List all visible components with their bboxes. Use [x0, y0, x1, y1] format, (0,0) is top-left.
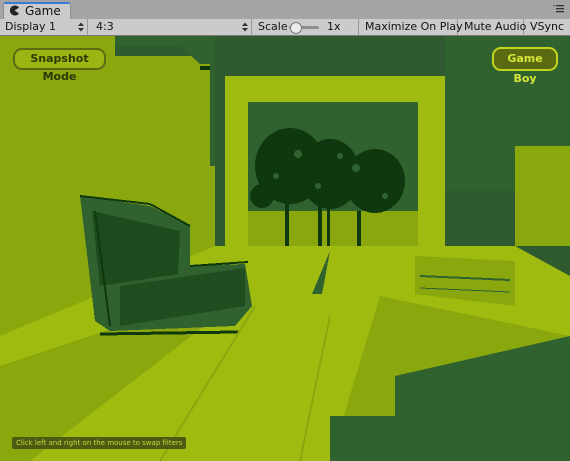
- maximize-on-play-toggle[interactable]: Maximize On Play: [360, 19, 463, 35]
- filter-hint-text: Click left and right on the mouse to swa…: [12, 437, 187, 449]
- scale-value: 1x: [327, 20, 341, 33]
- mute-audio-label: Mute Audio: [464, 20, 527, 33]
- mute-audio-toggle[interactable]: Mute Audio: [459, 19, 527, 35]
- pacman-icon: [9, 5, 19, 16]
- tab-game[interactable]: Game: [3, 2, 71, 20]
- aspect-dropdown-label: 4:3: [96, 20, 114, 33]
- game-viewport[interactable]: Snapshot Mode Game Boy Click left and ri…: [0, 36, 570, 461]
- game-boy-filter-button[interactable]: Game Boy: [492, 47, 558, 85]
- window-menu-icon[interactable]: [553, 4, 565, 14]
- snapshot-mode-button[interactable]: Snapshot Mode: [13, 48, 106, 83]
- vsync-label: VSync: [530, 20, 565, 33]
- vsync-toggle[interactable]: VSync: [525, 19, 570, 35]
- dropdown-arrows-icon: [78, 22, 84, 32]
- display-dropdown[interactable]: Display 1: [0, 19, 88, 35]
- window-tab-bar: Game: [0, 0, 570, 20]
- scale-label: Scale: [258, 20, 288, 33]
- dropdown-arrows-icon: [242, 22, 248, 32]
- tab-title: Game: [25, 4, 61, 18]
- display-dropdown-label: Display 1: [5, 20, 57, 33]
- aspect-dropdown[interactable]: 4:3: [91, 19, 252, 35]
- scale-slider-thumb[interactable]: [290, 22, 302, 34]
- game-toolbar: Display 1 4:3 Scale 1x Maximize On Play …: [0, 19, 570, 36]
- maximize-on-play-label: Maximize On Play: [365, 20, 463, 33]
- game-scene: [0, 36, 570, 461]
